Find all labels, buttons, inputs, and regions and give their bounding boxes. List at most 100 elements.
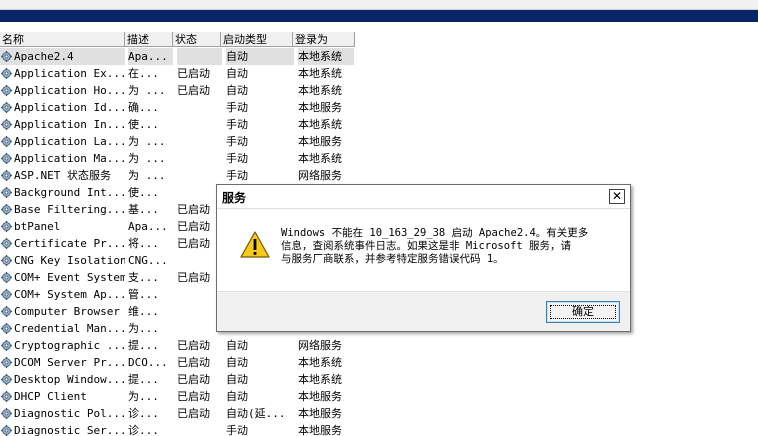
table-row[interactable]: Application In... 使... 手动 本地系统 <box>0 116 758 133</box>
service-name-cell: Cryptographic ... <box>0 337 125 354</box>
service-desc: 诊... <box>128 424 159 436</box>
service-startup: 手动 <box>226 169 248 182</box>
column-header-logon[interactable]: 登录为 <box>293 32 355 47</box>
service-desc: 维... <box>128 305 159 318</box>
service-name-cell: DCOM Server Pr... <box>0 354 125 371</box>
service-desc: 为 ... <box>128 135 166 148</box>
service-gear-icon <box>1 306 12 317</box>
table-row[interactable]: Apache2.4 Apa... 自动 本地系统 <box>0 48 758 65</box>
service-name-cell: DHCP Client <box>0 388 125 405</box>
table-row[interactable]: Desktop Window... 提... 已启动 自动 本地系统 <box>0 371 758 388</box>
service-state <box>177 48 222 65</box>
focus-rect <box>550 305 616 319</box>
table-row[interactable]: Diagnostic Ser... 诊... 手动 本地服务 <box>0 422 758 436</box>
service-name-cell: Application La... <box>0 133 125 150</box>
service-startup: 手动 <box>226 152 248 165</box>
service-name: Diagnostic Ser... <box>14 424 125 436</box>
service-state: 已启动 <box>177 356 210 369</box>
service-name: Apache2.4 <box>14 50 74 63</box>
service-state <box>177 422 222 436</box>
service-gear-icon <box>1 323 12 334</box>
service-name-cell: Diagnostic Pol... <box>0 405 125 422</box>
service-desc: 在... <box>128 67 159 80</box>
service-startup: 自动 <box>226 67 248 80</box>
window-title-bar <box>0 10 758 22</box>
service-logon: 本地系统 <box>298 373 342 386</box>
close-button[interactable]: ✕ <box>609 189 625 204</box>
service-startup: 手动 <box>226 101 248 114</box>
service-logon: 本地系统 <box>298 48 354 65</box>
service-name-cell: Diagnostic Ser... <box>0 422 125 436</box>
service-desc: 支... <box>128 271 159 284</box>
service-state: 已启动 <box>177 339 210 352</box>
service-gear-icon <box>1 85 12 96</box>
service-desc: 提... <box>128 373 159 386</box>
column-header-name[interactable]: 名称 <box>0 32 125 47</box>
service-name-cell: COM+ System Ap... <box>0 286 125 303</box>
service-desc: DCO... <box>128 356 168 369</box>
warning-icon <box>240 231 270 258</box>
dialog-body: Windows 不能在 10_163_29_38 启动 Apache2.4。有关… <box>217 210 630 290</box>
service-gear-icon <box>1 408 12 419</box>
service-state <box>177 133 222 150</box>
service-gear-icon <box>1 374 12 385</box>
service-desc: 为 ... <box>128 84 166 97</box>
service-state: 已启动 <box>177 407 210 420</box>
service-gear-icon <box>1 221 12 232</box>
service-name: Cryptographic ... <box>14 339 125 352</box>
service-name-cell: Application Ma... <box>0 150 125 167</box>
service-desc: 使... <box>128 186 159 199</box>
service-logon: 本地系统 <box>298 152 342 165</box>
service-name: Application Ma... <box>14 152 125 165</box>
service-logon: 本地系统 <box>298 118 342 131</box>
table-row[interactable]: DCOM Server Pr... DCO... 已启动 自动 本地系统 <box>0 354 758 371</box>
table-row[interactable]: Diagnostic Pol... 诊... 已启动 自动(延... 本地服务 <box>0 405 758 422</box>
service-name-cell: Background Int... <box>0 184 125 201</box>
column-header-state[interactable]: 状态 <box>173 32 221 47</box>
service-gear-icon <box>1 289 12 300</box>
table-row[interactable]: Cryptographic ... 提... 已启动 自动 网络服务 <box>0 337 758 354</box>
service-state <box>177 116 222 133</box>
service-startup: 自动(延... <box>226 407 286 420</box>
service-logon: 本地系统 <box>298 67 342 80</box>
service-logon: 本地服务 <box>298 424 342 436</box>
service-desc: 基... <box>128 203 159 216</box>
table-row[interactable]: Application Ho... 为 ... 已启动 自动 本地系统 <box>0 82 758 99</box>
service-name-cell: Application In... <box>0 116 125 133</box>
table-row[interactable]: Application La... 为 ... 手动 本地服务 <box>0 133 758 150</box>
table-row[interactable]: Application Ex... 在... 已启动 自动 本地系统 <box>0 65 758 82</box>
service-name: btPanel <box>14 220 61 233</box>
service-name: Application Ex... <box>14 67 125 80</box>
service-name-cell: Computer Browser <box>0 303 125 320</box>
service-gear-icon <box>1 238 12 249</box>
service-desc: CNG... <box>128 254 168 267</box>
ok-button[interactable]: 确定 <box>546 301 620 323</box>
service-gear-icon <box>1 425 12 436</box>
table-row[interactable]: DHCP Client 为... 已启动 自动 本地服务 <box>0 388 758 405</box>
service-name: Certificate Pr... <box>14 237 125 250</box>
service-desc: 将... <box>128 237 159 250</box>
table-row[interactable]: Application Id... 确... 手动 本地服务 <box>0 99 758 116</box>
service-name: Application In... <box>14 118 125 131</box>
column-header-desc[interactable]: 描述 <box>125 32 173 47</box>
service-gear-icon <box>1 51 12 62</box>
service-startup: 自动 <box>226 390 248 403</box>
service-startup: 自动 <box>226 356 248 369</box>
column-header-startup[interactable]: 启动类型 <box>221 32 293 47</box>
service-gear-icon <box>1 272 12 283</box>
service-state <box>177 150 222 167</box>
service-name-cell: Apache2.4 <box>0 48 125 65</box>
table-row[interactable]: ASP.NET 状态服务 为 ... 手动 网络服务 <box>0 167 758 184</box>
service-name: COM+ Event System <box>14 271 125 284</box>
service-desc: 为 ... <box>128 169 166 182</box>
service-state: 已启动 <box>177 67 210 80</box>
service-name-cell: Application Ex... <box>0 65 125 82</box>
service-state: 已启动 <box>177 390 210 403</box>
service-desc: Apa... <box>128 220 168 233</box>
table-row[interactable]: Application Ma... 为 ... 手动 本地系统 <box>0 150 758 167</box>
dialog-message: Windows 不能在 10_163_29_38 启动 Apache2.4。有关… <box>281 227 589 265</box>
error-dialog: 服务 ✕ Windows 不能在 10_163_29_38 启动 Apache2… <box>216 184 631 332</box>
service-startup: 手动 <box>226 424 248 436</box>
service-name: Computer Browser <box>14 305 120 318</box>
service-startup: 自动 <box>226 84 248 97</box>
